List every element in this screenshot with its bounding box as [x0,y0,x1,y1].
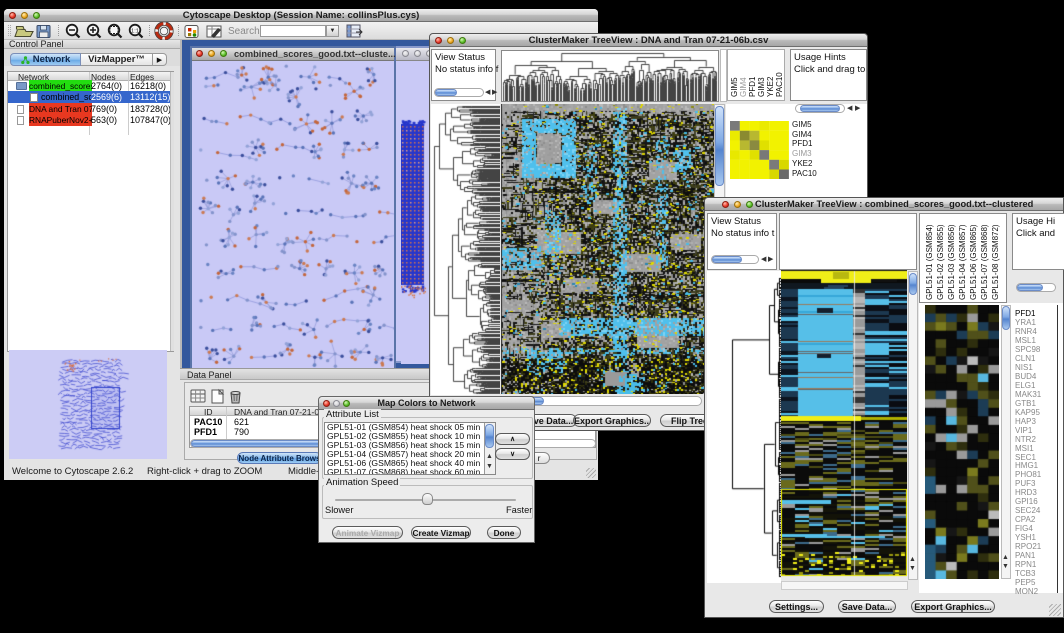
svg-text:1:1: 1:1 [131,29,139,35]
